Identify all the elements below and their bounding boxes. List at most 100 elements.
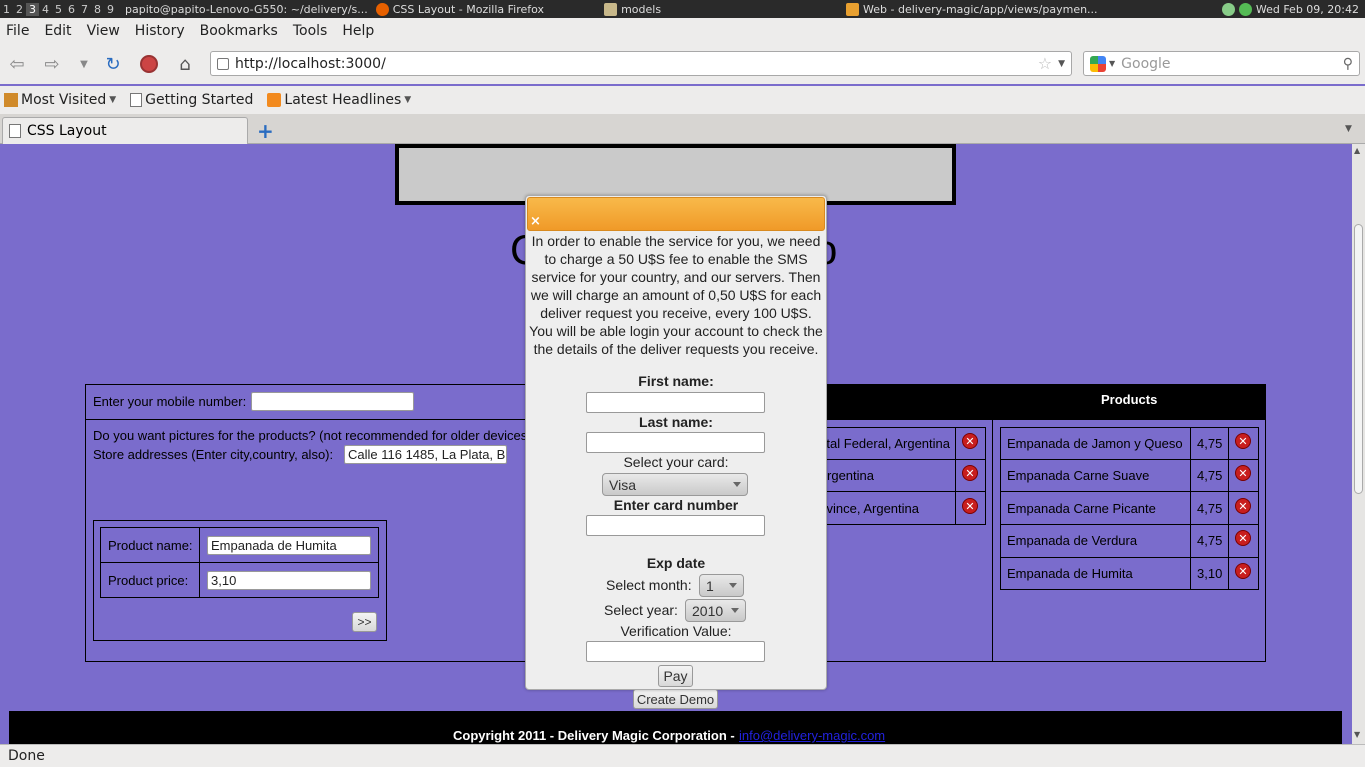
reload-icon[interactable]: ↻ xyxy=(101,52,125,76)
menu-view[interactable]: View xyxy=(87,23,120,39)
folder-icon xyxy=(604,2,618,16)
verification-input[interactable] xyxy=(586,641,765,662)
close-icon[interactable]: × xyxy=(530,215,541,228)
back-icon[interactable]: ⇦ xyxy=(5,52,29,76)
task-models[interactable]: models xyxy=(604,2,662,16)
vertical-scrollbar[interactable]: ▲ ▼ xyxy=(1352,144,1365,744)
workspace-2[interactable]: 2 xyxy=(13,3,26,16)
menu-history[interactable]: History xyxy=(135,23,185,39)
product-name-input[interactable]: Empanada de Humita xyxy=(207,536,371,555)
delete-product-icon[interactable]: ✕ xyxy=(1235,465,1251,481)
year-select[interactable]: 2010 xyxy=(685,599,746,622)
workspace-1[interactable]: 1 xyxy=(0,3,13,16)
url-text: http://localhost:3000/ xyxy=(235,55,386,72)
scroll-down-icon[interactable]: ▼ xyxy=(1354,730,1360,739)
bookmark-most-visited[interactable]: Most Visited ▼ xyxy=(4,92,116,108)
task-models-label: models xyxy=(621,2,662,16)
workspace-9[interactable]: 9 xyxy=(104,3,117,16)
footer-text: Copyright 2011 - Delivery Magic Corporat… xyxy=(453,728,735,743)
search-engine-dropdown-icon[interactable]: ▼ xyxy=(1109,59,1115,68)
status-bar: Done xyxy=(0,744,1365,767)
first-name-label: First name: xyxy=(638,373,714,389)
task-terminal[interactable]: papito@papito-Lenovo-G550: ~/delivery/s.… xyxy=(125,3,368,16)
chevron-down-icon xyxy=(733,482,741,487)
product-price: 4,75 xyxy=(1197,533,1223,548)
stop-icon[interactable] xyxy=(137,52,161,76)
delete-product-icon[interactable]: ✕ xyxy=(1235,563,1251,579)
first-name-input[interactable] xyxy=(586,392,765,413)
task-firefox[interactable]: CSS Layout - Mozilla Firefox xyxy=(375,2,544,16)
modal-header xyxy=(527,197,825,231)
workspace-5[interactable]: 5 xyxy=(52,3,65,16)
scroll-up-icon[interactable]: ▲ xyxy=(1354,146,1360,155)
verification-label: Verification Value: xyxy=(620,623,732,639)
tab-list-icon[interactable]: ▼ xyxy=(1345,124,1352,134)
menu-file[interactable]: File xyxy=(6,23,29,39)
mobile-input[interactable] xyxy=(251,392,414,411)
scrollbar-thumb[interactable] xyxy=(1354,224,1363,494)
bookmark-star-icon[interactable]: ☆ xyxy=(1038,54,1052,73)
bookmark-label: Most Visited xyxy=(21,92,107,108)
new-tab-icon[interactable]: + xyxy=(257,119,274,143)
page-icon xyxy=(9,124,21,138)
check-icon[interactable] xyxy=(1238,2,1252,16)
product-name: Empanada Carne Suave xyxy=(1007,468,1150,483)
chat-icon[interactable] xyxy=(1221,2,1235,16)
bookmark-label: Getting Started xyxy=(145,92,254,108)
card-number-input[interactable] xyxy=(586,515,765,536)
status-text: Done xyxy=(8,748,45,764)
last-name-input[interactable] xyxy=(586,432,765,453)
task-editor[interactable]: Web - delivery-magic/app/views/paymen... xyxy=(846,2,1098,16)
month-select[interactable]: 1 xyxy=(699,574,744,597)
store-address-input[interactable]: Calle 116 1485, La Plata, B xyxy=(344,445,507,464)
url-bar[interactable]: http://localhost:3000/ ☆ ▼ xyxy=(210,51,1072,76)
delete-address-icon[interactable]: ✕ xyxy=(962,465,978,481)
card-label: Select your card: xyxy=(623,454,729,470)
pay-button[interactable]: Pay xyxy=(658,665,693,687)
workspace-6[interactable]: 6 xyxy=(65,3,78,16)
bookmarks-bar: Most Visited ▼ Getting Started Latest Hea… xyxy=(0,86,1365,114)
delete-product-icon[interactable]: ✕ xyxy=(1235,433,1251,449)
search-bar[interactable]: ▼ Google ⚲ xyxy=(1083,51,1360,76)
product-price-input[interactable]: 3,10 xyxy=(207,571,371,590)
tab-css-layout[interactable]: CSS Layout xyxy=(2,117,248,144)
bookmark-folder-icon xyxy=(4,93,18,107)
divider xyxy=(955,427,956,525)
home-icon[interactable]: ⌂ xyxy=(173,52,197,76)
delete-address-icon[interactable]: ✕ xyxy=(962,433,978,449)
bookmark-latest-headlines[interactable]: Latest Headlines ▼ xyxy=(267,92,411,108)
history-dropdown-icon[interactable]: ▼ xyxy=(72,52,96,76)
firefox-icon xyxy=(375,2,389,16)
store-label: Store addresses (Enter city,country, als… xyxy=(93,447,334,462)
products-header-bar xyxy=(827,384,1266,419)
clock[interactable]: Wed Feb 09, 20:42 xyxy=(1256,3,1359,16)
payment-modal: × In order to enable the service for you… xyxy=(525,195,827,690)
workspace-8[interactable]: 8 xyxy=(91,3,104,16)
delete-product-icon[interactable]: ✕ xyxy=(1235,498,1251,514)
divider xyxy=(100,562,379,563)
forward-icon[interactable]: ⇨ xyxy=(40,52,64,76)
google-icon[interactable] xyxy=(1090,55,1106,72)
delete-product-icon[interactable]: ✕ xyxy=(1235,530,1251,546)
workspace-7[interactable]: 7 xyxy=(78,3,91,16)
page-icon xyxy=(130,93,143,107)
create-demo-button[interactable]: Create Demo xyxy=(633,689,718,709)
menu-help[interactable]: Help xyxy=(342,23,374,39)
menu-bookmarks[interactable]: Bookmarks xyxy=(200,23,278,39)
footer-email-link[interactable]: info@delivery-magic.com xyxy=(739,728,885,743)
site-identity-icon[interactable] xyxy=(217,57,229,70)
divider xyxy=(1190,427,1191,590)
card-select-value: Visa xyxy=(609,476,636,493)
card-select[interactable]: Visa xyxy=(602,473,748,496)
url-dropdown-icon[interactable]: ▼ xyxy=(1058,59,1065,69)
delete-address-icon[interactable]: ✕ xyxy=(962,498,978,514)
search-icon[interactable]: ⚲ xyxy=(1343,56,1353,72)
workspace-3[interactable]: 3 xyxy=(26,2,39,16)
workspace-4[interactable]: 4 xyxy=(39,3,52,16)
menu-tools[interactable]: Tools xyxy=(293,23,328,39)
menu-edit[interactable]: Edit xyxy=(44,23,71,39)
add-product-button[interactable]: >> xyxy=(352,612,377,632)
mobile-label: Enter your mobile number: xyxy=(93,394,247,409)
menu-bar: File Edit View History Bookmarks Tools H… xyxy=(0,18,1365,44)
bookmark-getting-started[interactable]: Getting Started xyxy=(130,92,253,108)
